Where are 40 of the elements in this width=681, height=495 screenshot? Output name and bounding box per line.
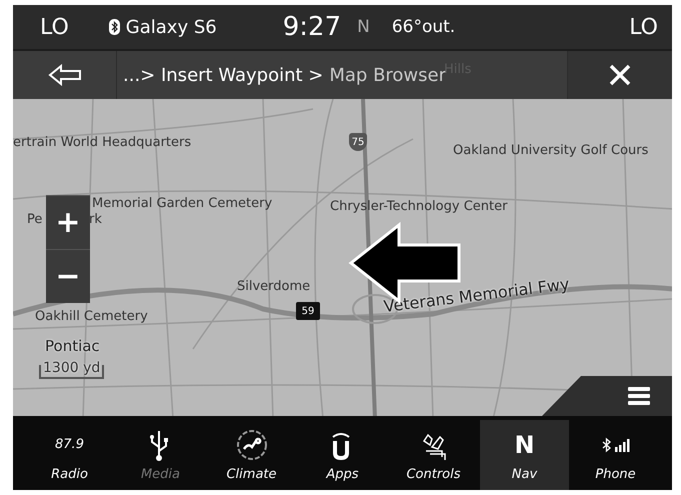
outside-temperature: 66°out.	[392, 17, 456, 37]
close-button[interactable]	[567, 51, 672, 99]
temperature-setting[interactable]: LO	[629, 14, 658, 40]
radio-frequency: 87.9	[55, 437, 84, 452]
back-arrow-icon	[48, 64, 82, 86]
place-label: Silverdome	[237, 279, 310, 294]
breadcrumb-path[interactable]: ...> Insert Waypoint >	[123, 64, 324, 86]
temperature-setting[interactable]: LO	[40, 14, 69, 40]
highway-shield: 59	[296, 302, 320, 320]
climate-icon	[236, 428, 268, 460]
place-label: rk	[89, 212, 102, 227]
bluetooth-icon	[108, 19, 120, 35]
place-label: Oakland University Golf Cours	[453, 143, 648, 158]
nav-bar-tab[interactable]: Apps	[298, 420, 387, 490]
place-label: ertrain World Headquarters	[13, 135, 192, 150]
nav-bar-tab[interactable]: Climate	[207, 420, 296, 490]
nav-bar-tab[interactable]: Phone	[571, 420, 660, 490]
close-icon	[609, 64, 631, 86]
clock: 9:27	[282, 12, 342, 42]
nav-bar-tab[interactable]: N Nav	[480, 420, 569, 490]
menu-icon	[628, 387, 650, 405]
menu-button[interactable]	[542, 376, 672, 416]
zoom-out-button[interactable]: −	[46, 249, 90, 303]
zoom-in-button[interactable]: +	[46, 195, 90, 249]
place-label: Oakhill Cemetery	[35, 309, 148, 324]
highway-shield: 75	[349, 133, 367, 151]
nav-bar-tab[interactable]: Controls	[389, 420, 478, 490]
road-label: Veterans Memorial Fwy	[382, 274, 570, 316]
compass-letter: N	[514, 430, 535, 458]
place-label: Chrysler-Technology Center	[330, 199, 508, 214]
compass-heading: N	[357, 17, 370, 37]
breadcrumb-current: Map Browser	[329, 64, 446, 86]
place-label: Memorial Garden Cemetery	[92, 196, 272, 211]
nav-bar-tab[interactable]: 87.9 Radio	[25, 420, 114, 490]
device-name: Galaxy S6	[126, 16, 217, 38]
city-label: Pontiac	[45, 337, 100, 355]
phone-signal-icon	[600, 436, 630, 452]
place-label: Pe	[27, 212, 42, 227]
scale-label: 1300 yd	[43, 361, 100, 375]
map-view[interactable]: ertrain World Headquarters Oakland University Golf Cours Memorial Garden Cemetery Pe rk Chrysler-Technology Center Silverdome Oakhill Cemetery Pontiac Veterans Memorial Fwy 75 59 + − 1300 yd	[13, 99, 672, 416]
